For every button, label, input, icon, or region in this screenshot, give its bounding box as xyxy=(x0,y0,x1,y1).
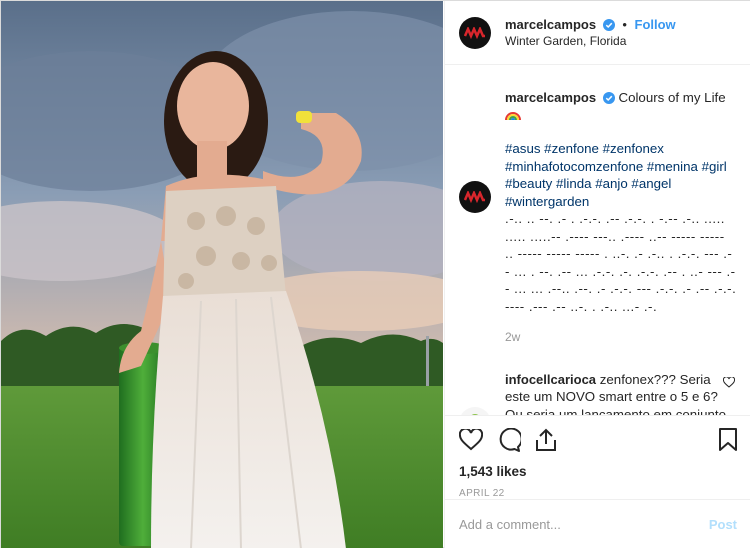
separator-dot: • xyxy=(622,16,627,32)
likes-count[interactable]: 1,543 likes xyxy=(459,464,737,479)
caption-time[interactable]: 2w xyxy=(505,329,737,347)
caption-body: marcelcampos Colours of my Life #asus #z… xyxy=(505,89,737,347)
like-comment-heart-icon[interactable] xyxy=(723,376,735,388)
post-date[interactable]: APRIL 22 xyxy=(459,488,737,499)
header-username[interactable]: marcelcampos xyxy=(505,17,596,32)
follow-button[interactable]: Follow xyxy=(635,17,676,32)
post-comment-button[interactable]: Post xyxy=(709,517,737,532)
caption-username[interactable]: marcelcampos xyxy=(505,90,596,105)
hashtags[interactable]: #asus #zenfone #zenfonex #minhafotocomze… xyxy=(505,140,737,210)
post-sidebar: marcelcampos • Follow Winter Garden, Flo… xyxy=(444,1,750,548)
post-photo[interactable] xyxy=(1,1,443,548)
bookmark-icon[interactable] xyxy=(719,428,737,452)
comments-section[interactable]: marcelcampos Colours of my Life #asus #z… xyxy=(445,65,750,415)
caption-avatar[interactable] xyxy=(459,181,491,213)
girl-photo-image xyxy=(1,1,443,548)
avatar[interactable] xyxy=(459,16,491,49)
caption-text: Colours of my Life xyxy=(618,90,726,105)
comment-input[interactable] xyxy=(459,517,709,532)
comment-item: infocellcarioca zenfonex??? Seria este u… xyxy=(459,371,737,416)
location-link[interactable]: Winter Garden, Florida xyxy=(505,33,676,50)
action-icons xyxy=(459,426,737,454)
verified-badge-icon xyxy=(602,18,615,31)
brand-logo-icon xyxy=(464,26,485,39)
comment-username[interactable]: infocellcarioca xyxy=(505,372,596,387)
caption-comment: marcelcampos Colours of my Life #asus #z… xyxy=(459,89,737,347)
brand-logo-icon xyxy=(464,191,485,203)
like-heart-icon[interactable] xyxy=(459,429,483,451)
morse-text: .-.. .. --. .- . .-.-. .-- .-.-. . -.-- … xyxy=(505,211,737,314)
post-actions: 1,543 likes APRIL 22 xyxy=(445,415,750,499)
verified-badge-icon xyxy=(602,92,615,104)
comment-body: infocellcarioca zenfonex??? Seria este u… xyxy=(505,371,737,416)
instagram-post: marcelcampos • Follow Winter Garden, Flo… xyxy=(0,0,750,548)
rainbow-emoji-icon xyxy=(505,111,521,120)
comment-icon[interactable] xyxy=(497,428,521,452)
commenter-avatar[interactable] xyxy=(459,406,491,415)
add-comment-bar: Post xyxy=(445,499,750,548)
header-text: marcelcampos • Follow Winter Garden, Flo… xyxy=(505,16,676,50)
share-icon[interactable] xyxy=(535,428,557,452)
post-header: marcelcampos • Follow Winter Garden, Flo… xyxy=(445,1,750,65)
